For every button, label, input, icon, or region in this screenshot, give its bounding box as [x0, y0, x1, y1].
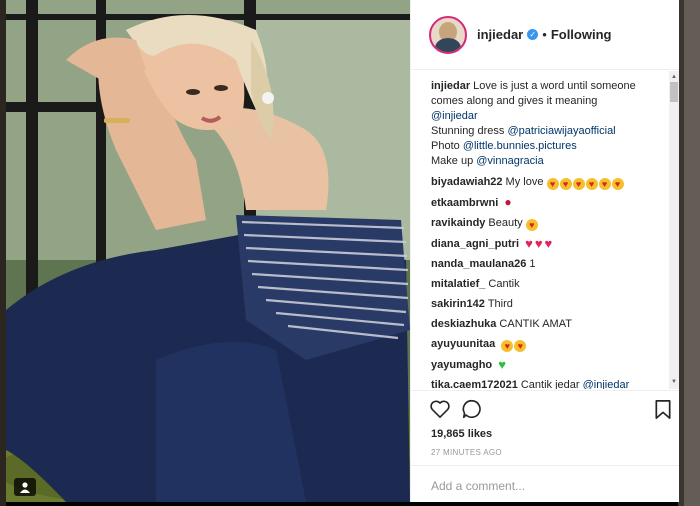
list-item: ravikaindy Beauty ♥ [431, 216, 661, 231]
post-actions [411, 390, 679, 430]
kiss-emoji-icon: ♥ [559, 178, 572, 190]
list-item: ayuyuunitaa ♥ ♥ [431, 337, 661, 352]
list-item: mitalatief_ Cantik [431, 277, 661, 292]
comment-username[interactable]: diana_agni_putri [431, 238, 519, 250]
list-item: etkaambrwni ● [431, 195, 661, 211]
comment-text: Cantik jedar [520, 379, 580, 389]
post-side-panel: injiedar ✓ • Following injiedar Love is j… [410, 0, 679, 502]
list-item: tika.caem172021 Cantik jedar @injiedar [431, 378, 661, 389]
kiss-emoji-icon: ♥ [546, 178, 559, 190]
following-button[interactable]: Following [551, 27, 612, 42]
post-header: injiedar ✓ • Following [411, 0, 679, 70]
list-item: diana_agni_putri ♥ ♥ ♥ [431, 236, 661, 252]
comment-username[interactable]: nanda_maulana26 [431, 258, 526, 270]
list-item: biyadawiah22 My love ♥ ♥ ♥ ♥ ♥ ♥ [431, 175, 661, 190]
backdrop-right [678, 0, 700, 506]
scroll-down-arrow-icon[interactable]: ▼ [671, 379, 677, 385]
kiss-emoji-icon: ♥ [572, 178, 585, 190]
caption-username[interactable]: injiedar [431, 80, 470, 92]
heart-eyes-emoji-icon: ♥ [514, 340, 527, 352]
header-username[interactable]: injiedar [477, 27, 523, 42]
list-item: deskiazhuka CANTIK AMAT [431, 317, 661, 332]
caption-photo-mention[interactable]: @little.bunnies.pictures [463, 140, 577, 152]
caption: injiedar Love is just a word until someon… [431, 79, 661, 169]
post-photo[interactable] [6, 0, 410, 502]
comment-text: Third [487, 298, 513, 310]
caption-photo-prefix: Photo [431, 140, 460, 152]
list-item: nanda_maulana26 1 [431, 257, 661, 272]
caption-mention-self[interactable]: @injiedar [431, 110, 478, 122]
heart-eyes-emoji-icon: ♥ [525, 219, 538, 231]
comment-text: Cantik [488, 278, 520, 290]
red-heart-emoji-icon: ♥ [525, 236, 533, 251]
comment-username[interactable]: biyadawiah22 [431, 176, 503, 188]
scroll-up-arrow-icon[interactable]: ▲ [671, 74, 677, 80]
caption-dress-mention[interactable]: @patriciawijayaofficial [507, 125, 615, 137]
red-heart-emoji-icon: ♥ [534, 236, 543, 251]
lips-emoji-icon: ● [504, 195, 512, 209]
likes-count[interactable]: 19,865 likes [431, 428, 492, 440]
comment-username[interactable]: deskiazhuka [431, 318, 496, 330]
list-item: yayumagho ♥ [431, 357, 661, 373]
comment-mention[interactable]: @injiedar [583, 379, 630, 389]
comments-list: injiedar Love is just a word until someon… [411, 71, 679, 389]
caption-makeup-mention[interactable]: @vinnagracia [476, 155, 543, 167]
comment-username[interactable]: ayuyuunitaa [431, 338, 495, 350]
comment-username[interactable]: sakirin142 [431, 298, 485, 310]
user-tag-icon[interactable] [14, 478, 36, 496]
kiss-emoji-icon: ♥ [585, 178, 598, 190]
kiss-emoji-icon: ♥ [598, 178, 611, 190]
comments-scrollbar[interactable] [669, 71, 679, 389]
add-comment-input[interactable]: Add a comment... [411, 465, 679, 502]
comment-text: My love [505, 176, 544, 188]
heart-eyes-emoji-icon: ♥ [501, 340, 514, 352]
comment-text: CANTIK AMAT [499, 318, 572, 330]
comment-text: Beauty [488, 217, 523, 229]
post-timestamp: 27 MINUTES AGO [431, 448, 502, 457]
verified-badge-icon: ✓ [527, 29, 539, 40]
caption-makeup-prefix: Make up [431, 155, 474, 167]
comment-username[interactable]: yayumagho [431, 359, 492, 371]
red-heart-emoji-icon: ♥ [544, 236, 553, 251]
comment-username[interactable]: tika.caem172021 [431, 379, 518, 389]
bookmark-icon[interactable] [654, 399, 672, 420]
photo-illustration [6, 0, 410, 502]
comment-username[interactable]: ravikaindy [431, 217, 485, 229]
post-modal: injiedar ✓ • Following injiedar Love is j… [6, 0, 679, 502]
heart-icon[interactable] [429, 399, 451, 419]
caption-dress-prefix: Stunning dress [431, 125, 505, 137]
comment-text: 1 [529, 258, 536, 270]
avatar[interactable] [429, 15, 467, 54]
green-heart-emoji-icon: ♥ [498, 357, 506, 372]
kiss-emoji-icon: ♥ [611, 178, 624, 190]
comment-icon[interactable] [461, 398, 483, 420]
comment-username[interactable]: etkaambrwni [431, 197, 498, 209]
list-item: sakirin142 Third [431, 297, 661, 312]
scrollbar-thumb[interactable] [670, 82, 678, 102]
comment-username[interactable]: mitalatief_ [431, 278, 485, 290]
header-separator: • [542, 27, 547, 42]
